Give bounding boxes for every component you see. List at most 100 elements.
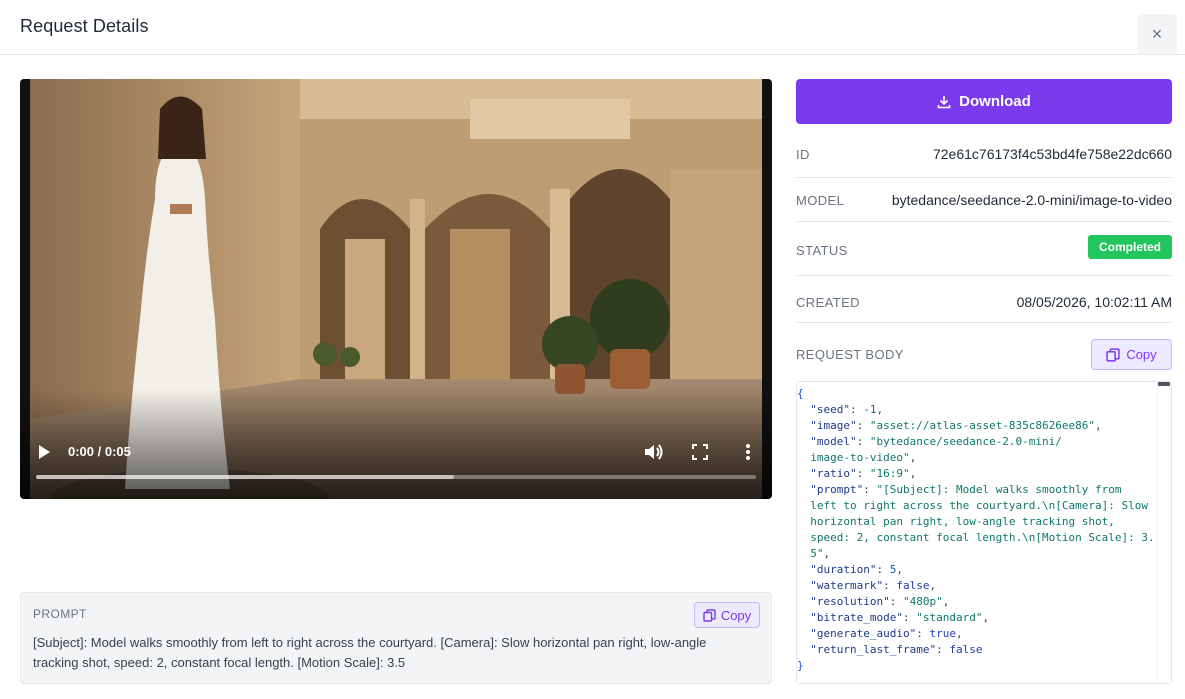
modal-title: Request Details	[20, 16, 149, 36]
code-line: image-to-video",	[797, 450, 1153, 466]
video-player[interactable]	[20, 79, 772, 499]
close-icon: ×	[1151, 23, 1163, 44]
id-label: ID	[796, 147, 810, 162]
code-token: "image"	[810, 419, 857, 432]
code-token: "duration"	[810, 563, 877, 576]
detail-row-created: CREATED 08/05/2026, 10:02:11 AM	[796, 276, 1172, 323]
code-token: image-to-video"	[810, 451, 910, 464]
copy-prompt-label: Copy	[720, 607, 752, 623]
code-token: "seed"	[810, 403, 850, 416]
id-value: 72e61c76173f4c53bd4fe758e22dc660	[932, 146, 1172, 162]
code-line: }	[797, 658, 1153, 674]
code-line: "duration": 5,	[797, 562, 1153, 578]
copy-icon	[703, 608, 716, 622]
code-line: 5",	[797, 546, 1153, 562]
download-button[interactable]: Download	[796, 79, 1172, 124]
code-token: :	[902, 611, 917, 624]
model-label: MODEL	[796, 193, 845, 208]
request-body-code[interactable]: { "seed": -1, "image": "asset://atlas-as…	[796, 381, 1172, 684]
code-line: "model": "bytedance/seedance-2.0-mini/	[797, 434, 1153, 450]
code-line: "bitrate_mode": "standard",	[797, 610, 1153, 626]
code-token: "generate_audio"	[810, 627, 917, 640]
status-label: STATUS	[796, 243, 848, 258]
code-line: "watermark": false,	[797, 578, 1153, 594]
detail-row-status: STATUS Completed	[796, 222, 1172, 276]
code-token: :	[876, 563, 890, 576]
code-token: horizontal pan right, low-angle tracking…	[810, 515, 1115, 528]
code-token: :	[850, 403, 864, 416]
code-line: left to right across the courtyard.\n[Ca…	[797, 498, 1153, 514]
code-token: {	[797, 387, 804, 400]
video-progress-bar[interactable]	[36, 475, 756, 479]
code-token: ,	[955, 627, 963, 640]
code-scrollbar[interactable]	[1157, 382, 1171, 683]
code-token: "resolution"	[810, 595, 890, 608]
modal-header: Request Details ×	[0, 0, 1185, 55]
prompt-panel: PROMPT Copy [Subject]: Model walks smoot…	[20, 592, 772, 684]
code-line: "seed": -1,	[797, 402, 1153, 418]
code-token: "prompt"	[810, 483, 864, 496]
more-options-icon[interactable]	[740, 441, 756, 463]
code-token: ,	[942, 595, 950, 608]
download-icon	[937, 95, 951, 108]
code-token: "480p"	[902, 595, 943, 608]
code-token: "watermark"	[810, 579, 884, 592]
code-token: "ratio"	[810, 467, 857, 480]
prompt-text: [Subject]: Model walks smoothly from lef…	[33, 635, 707, 670]
code-line: "ratio": "16:9",	[797, 466, 1153, 482]
code-line: "generate_audio": true,	[797, 626, 1153, 642]
close-button[interactable]: ×	[1137, 14, 1177, 54]
model-value: bytedance/seedance-2.0-mini/image-to-vid…	[891, 192, 1172, 208]
code-token: false	[896, 579, 930, 592]
code-token: ,	[909, 451, 917, 464]
video-progress-fill	[36, 475, 454, 479]
code-line: {	[797, 386, 1153, 402]
code-scrollbar-thumb[interactable]	[1158, 382, 1170, 386]
code-token: "16:9"	[869, 467, 910, 480]
code-token: "model"	[810, 435, 857, 448]
prompt-label: PROMPT	[33, 607, 87, 621]
created-value: 08/05/2026, 10:02:11 AM	[1016, 294, 1172, 310]
code-token: ,	[823, 547, 831, 560]
code-token: "standard"	[916, 611, 983, 624]
code-token: left to right across the courtyard.\n[Ca…	[810, 499, 1149, 512]
code-line: "image": "asset://atlas-asset-835c8626ee…	[797, 418, 1153, 434]
code-token: -1	[863, 403, 877, 416]
code-token: ,	[876, 403, 884, 416]
volume-icon[interactable]	[642, 441, 664, 463]
copy-icon	[1106, 347, 1120, 362]
code-token: ,	[1095, 419, 1102, 432]
code-token: :	[883, 579, 897, 592]
code-line: "resolution": "480p",	[797, 594, 1153, 610]
status-badge: Completed	[1087, 235, 1172, 259]
code-token: :	[936, 643, 950, 656]
detail-row-model: MODEL bytedance/seedance-2.0-mini/image-…	[796, 178, 1172, 222]
code-token: :	[916, 627, 930, 640]
copy-request-body-label: Copy	[1126, 347, 1157, 362]
code-token: }	[797, 659, 804, 672]
code-token: ,	[909, 467, 917, 480]
code-token: "asset://atlas-asset-835c8626ee86"	[869, 419, 1096, 432]
code-token: :	[863, 483, 877, 496]
copy-prompt-button[interactable]: Copy	[694, 602, 760, 628]
code-token: :	[856, 467, 870, 480]
code-token: ,	[929, 579, 937, 592]
detail-row-id: ID 72e61c76173f4c53bd4fe758e22dc660	[796, 124, 1172, 178]
play-icon[interactable]	[34, 441, 54, 463]
code-token: :	[856, 435, 870, 448]
code-token: 5"	[810, 547, 824, 560]
code-token: ,	[982, 611, 990, 624]
code-token: "bitrate_mode"	[810, 611, 903, 624]
code-token: true	[929, 627, 956, 640]
code-token: "bytedance/seedance-2.0-mini/	[869, 435, 1062, 448]
code-line: speed: 2, constant focal length.\n[Motio…	[797, 530, 1155, 546]
code-line: "prompt": "[Subject]: Model walks smooth…	[797, 482, 1153, 498]
code-line: horizontal pan right, low-angle tracking…	[797, 514, 1153, 530]
download-label: Download	[959, 93, 1031, 110]
copy-request-body-button[interactable]: Copy	[1091, 339, 1172, 370]
code-token: "return_last_frame"	[810, 643, 937, 656]
code-token: ,	[896, 563, 903, 576]
request-body-label: REQUEST BODY	[796, 347, 904, 362]
code-token: speed: 2, constant focal length.\n[Motio…	[810, 531, 1155, 544]
fullscreen-icon[interactable]	[690, 442, 710, 462]
